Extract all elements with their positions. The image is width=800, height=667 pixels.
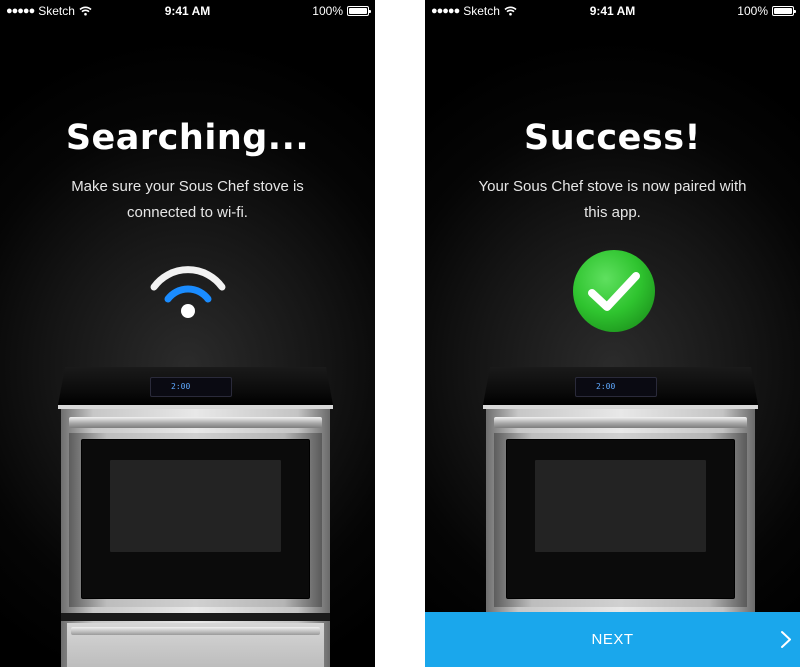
stove-control-panel: 2:00 bbox=[150, 377, 232, 397]
battery-percent: 100% bbox=[312, 4, 343, 18]
storage-drawer bbox=[67, 623, 324, 667]
stove-display: 2:00 bbox=[171, 382, 191, 391]
page-subtitle: Your Sous Chef stove is now paired with … bbox=[478, 178, 747, 221]
checkmark-icon bbox=[573, 250, 655, 332]
status-bar: ●●●●● Sketch 9:41 AM 100% bbox=[425, 0, 800, 20]
next-button-label: NEXT bbox=[591, 631, 634, 648]
oven-window bbox=[110, 460, 281, 552]
oven-door bbox=[69, 433, 322, 607]
battery-percent: 100% bbox=[737, 4, 768, 18]
oven-door-handle bbox=[494, 417, 747, 428]
success-screen: ●●●●● Sketch 9:41 AM 100% Success! Your … bbox=[425, 0, 800, 667]
chevron-right-icon bbox=[781, 631, 791, 648]
oven-window bbox=[535, 460, 706, 552]
wifi-icon bbox=[150, 266, 226, 318]
oven-door-handle bbox=[69, 417, 322, 428]
page-title: Success! bbox=[524, 118, 701, 158]
status-bar: ●●●●● Sketch 9:41 AM 100% bbox=[0, 0, 375, 20]
oven-door-glass bbox=[506, 439, 735, 599]
battery-icon bbox=[772, 6, 796, 16]
status-right: 100% bbox=[737, 4, 796, 18]
stove-body bbox=[61, 409, 330, 667]
oven-door-glass bbox=[81, 439, 310, 599]
next-button[interactable]: NEXT bbox=[425, 612, 800, 667]
stove-divider bbox=[61, 613, 330, 621]
status-right: 100% bbox=[312, 4, 371, 18]
stove-control-panel: 2:00 bbox=[575, 377, 657, 397]
page-subtitle: Make sure your Sous Chef stove is connec… bbox=[71, 178, 304, 221]
stove-image: 2:00 bbox=[58, 367, 333, 667]
stove-display: 2:00 bbox=[596, 382, 616, 391]
drawer-handle bbox=[71, 627, 320, 635]
battery-icon bbox=[347, 6, 371, 16]
page-title: Searching... bbox=[65, 118, 310, 158]
oven-door bbox=[494, 433, 747, 607]
searching-screen: ●●●●● Sketch 9:41 AM 100% Searching... M… bbox=[0, 0, 375, 667]
